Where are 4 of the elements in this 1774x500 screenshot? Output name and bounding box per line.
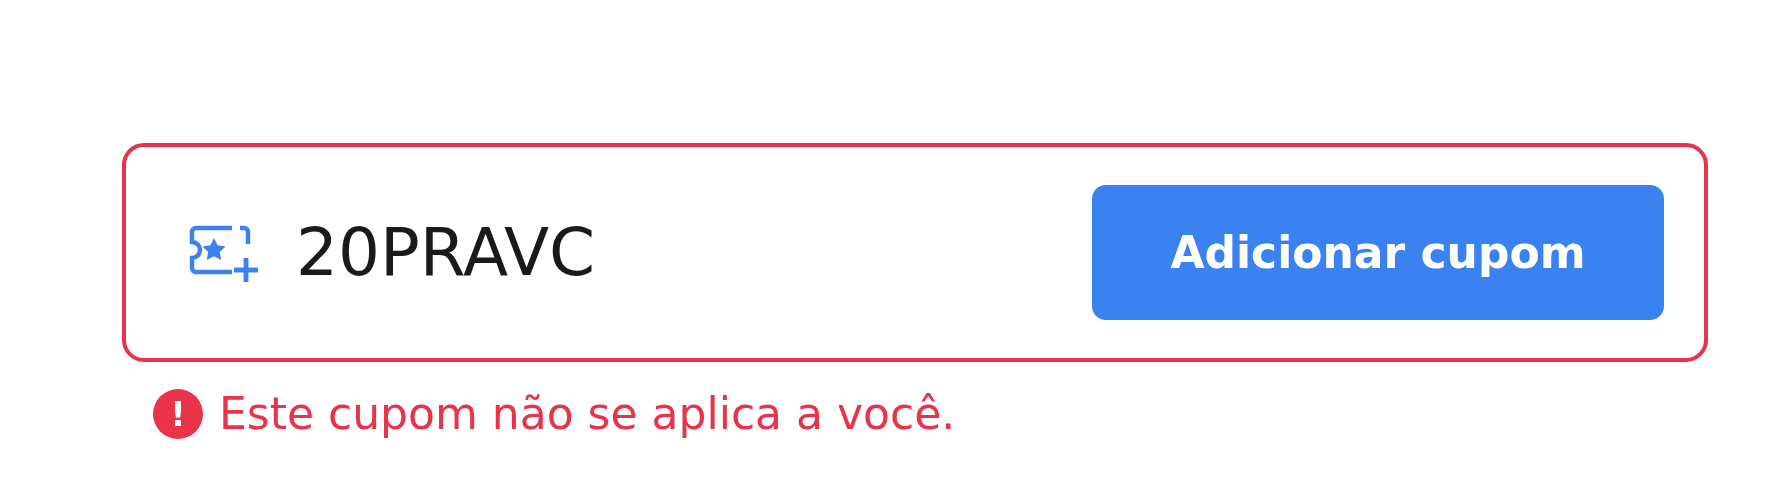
coupon-input[interactable]: 20PRAVC	[294, 213, 1092, 292]
error-icon: !	[153, 388, 203, 439]
error-message: Este cupom não se aplica a você.	[219, 388, 956, 439]
add-coupon-button[interactable]: Adicionar cupom	[1092, 185, 1664, 320]
